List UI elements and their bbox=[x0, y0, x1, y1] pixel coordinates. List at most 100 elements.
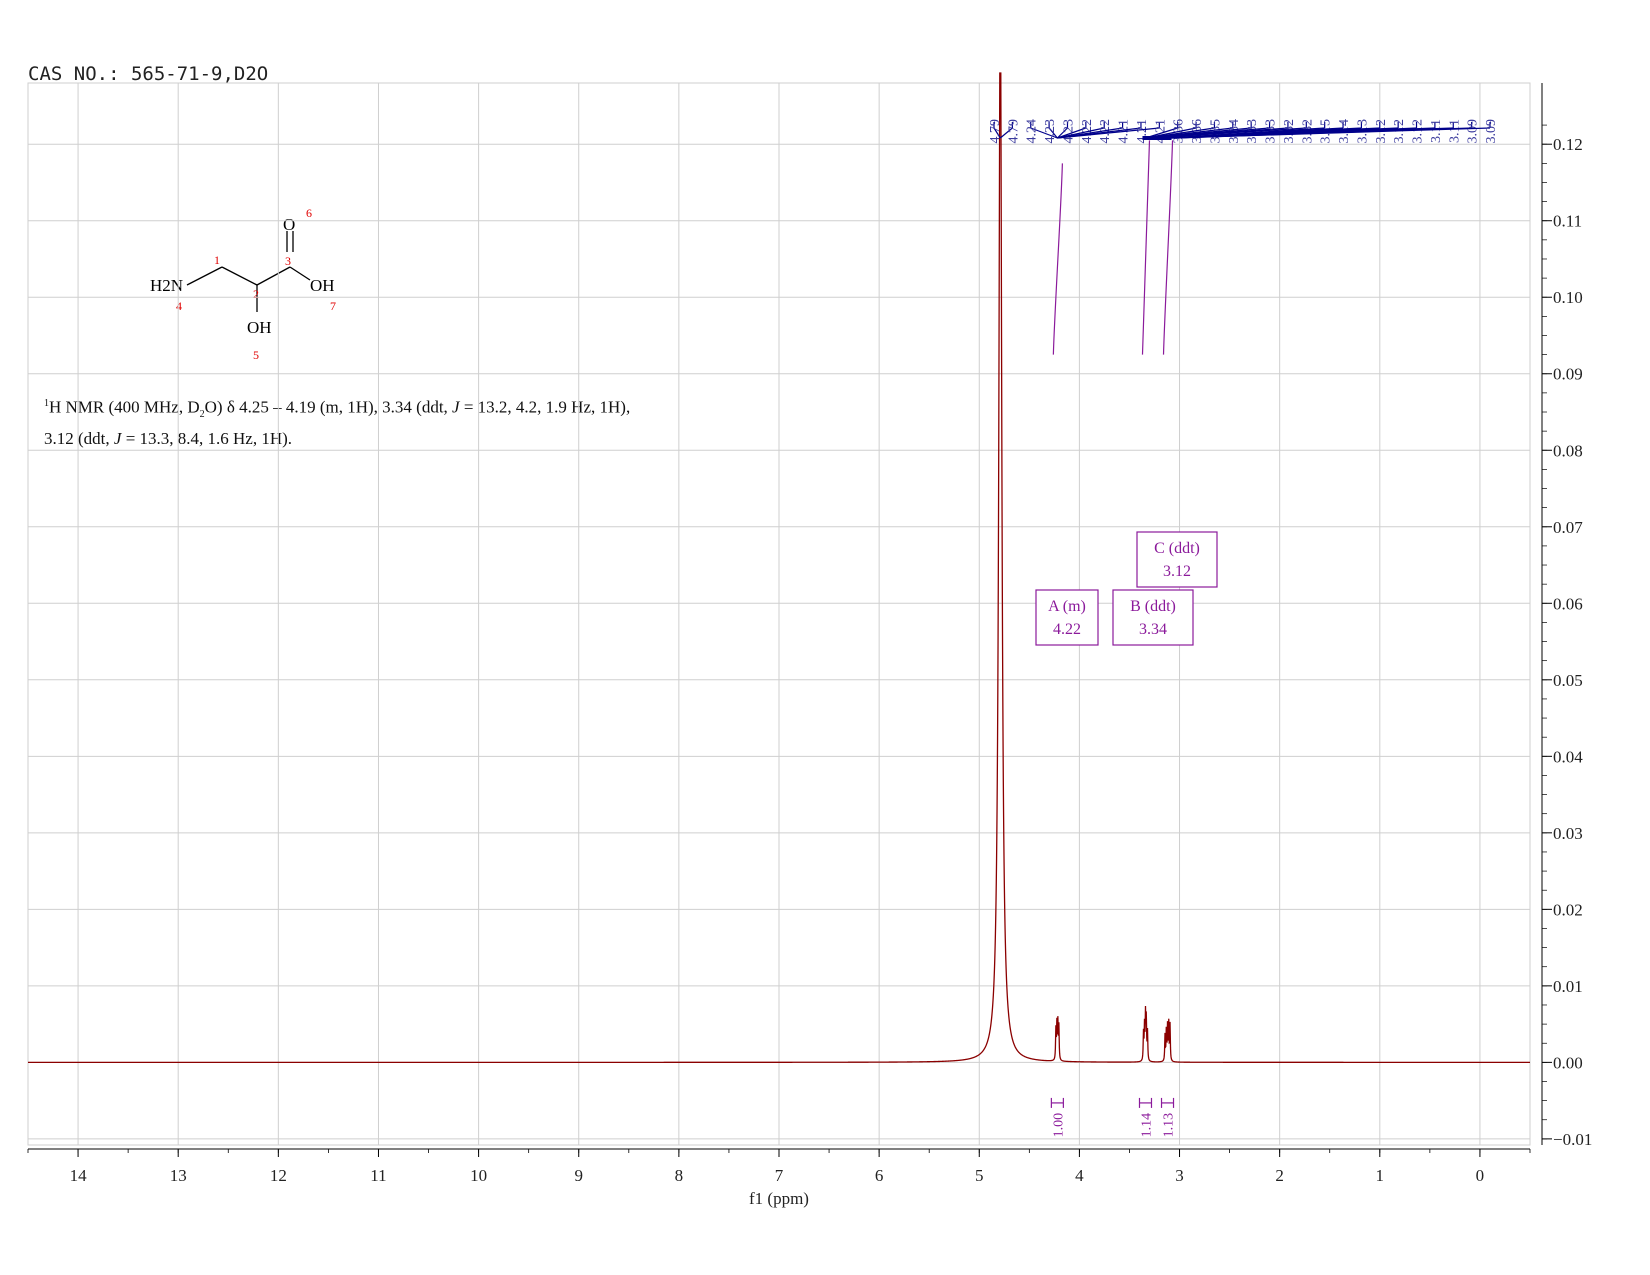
y-tick-label: 0.01 bbox=[1553, 977, 1583, 996]
peak-label: 3.12 bbox=[1411, 119, 1426, 144]
peak-label-connector bbox=[1056, 127, 1068, 139]
peak-label: 4.79 bbox=[1006, 119, 1021, 144]
peak-label-connector bbox=[1171, 127, 1417, 139]
peak-label-connector bbox=[1057, 127, 1160, 139]
peak-label-connector bbox=[1173, 127, 1454, 139]
nmr-description-line-2: 3.12 (ddt, J = 13.3, 8.4, 1.6 Hz, 1H). bbox=[44, 429, 293, 449]
peak-label: 3.34 bbox=[1227, 119, 1242, 144]
peak-label: 3.11 bbox=[1447, 119, 1462, 143]
peak-label-connector bbox=[1147, 127, 1215, 139]
peak-label: 3.12 bbox=[1392, 119, 1407, 144]
peak-label: 3.09 bbox=[1484, 119, 1499, 144]
atom-oh-acid: OH bbox=[310, 276, 335, 295]
multiplet-box bbox=[1035, 589, 1099, 646]
x-axis-label: f1 (ppm) bbox=[749, 1189, 809, 1208]
peak-label-connector bbox=[1151, 127, 1307, 139]
peak-label-connector bbox=[1170, 127, 1399, 139]
atom-oh-side: OH bbox=[247, 318, 272, 337]
peak-label-connector bbox=[1149, 127, 1252, 139]
peak-label: 3.33 bbox=[1245, 119, 1260, 144]
nmr-description-line-1: 1H NMR (400 MHz, D2O) δ 4.25 – 4.19 (m, … bbox=[44, 397, 631, 421]
peak-label: 4.23 bbox=[1061, 119, 1076, 144]
peak-label: 3.15 bbox=[1319, 119, 1334, 144]
nmr-spectrum-chart: 14 13 12 11 10 9 8 7 6 5 4 3 2 1 0f1 (ppm)0.120.110.10… bbox=[27, 72, 1592, 1208]
peak-label-connector bbox=[1057, 127, 1123, 139]
peak-label-connector bbox=[1057, 127, 1105, 139]
peak-label-connector bbox=[1148, 127, 1233, 139]
integral-value: 1.14 bbox=[1139, 1113, 1154, 1138]
nmr-description: 1H NMR (400 MHz, D2O) δ 4.25 – 4.19 (m, … bbox=[44, 392, 684, 451]
atom-number-6: 6 bbox=[306, 206, 312, 220]
peak-label-connector bbox=[1169, 127, 1380, 139]
multiplet-name: A (m) bbox=[1048, 598, 1086, 615]
x-tick-label: 10 bbox=[470, 1166, 487, 1185]
peak-label: 3.32 bbox=[1282, 119, 1297, 144]
y-tick-label: 0.05 bbox=[1553, 671, 1583, 690]
cas-number-title: CAS NO.: 565-71-9,D2O bbox=[28, 63, 269, 85]
peak-label: 3.14 bbox=[1337, 119, 1352, 144]
peak-label-connector bbox=[1048, 127, 1058, 139]
peak-label: 4.22 bbox=[1080, 119, 1095, 144]
integral-value: 1.13 bbox=[1162, 1113, 1177, 1138]
atom-number-5: 5 bbox=[253, 348, 259, 362]
x-tick-label: 9 bbox=[574, 1166, 583, 1185]
atom-number-1: 1 bbox=[214, 253, 220, 267]
y-tick-label: 0.12 bbox=[1553, 135, 1583, 154]
x-tick-label: 1 bbox=[1376, 1166, 1385, 1185]
y-tick-label: 0.00 bbox=[1553, 1053, 1583, 1072]
integral-curve bbox=[1162, 140, 1174, 355]
y-tick-label: 0.07 bbox=[1553, 518, 1583, 537]
peak-label-connector bbox=[1150, 127, 1288, 139]
x-tick-label: 7 bbox=[775, 1166, 784, 1185]
peak-label: 3.36 bbox=[1190, 119, 1205, 144]
peak-label: 4.79 bbox=[988, 119, 1003, 144]
atom-number-2: 2 bbox=[253, 287, 259, 301]
y-tick-label: 0.10 bbox=[1553, 288, 1583, 307]
peak-label-connector bbox=[1146, 127, 1197, 139]
x-tick-label: 8 bbox=[675, 1166, 684, 1185]
integral-value: 1.00 bbox=[1051, 1113, 1066, 1138]
peak-label: 3.32 bbox=[1300, 119, 1315, 144]
x-tick-label: 4 bbox=[1075, 1166, 1084, 1185]
peak-label-connector bbox=[993, 127, 1001, 139]
peak-label: 4.21 bbox=[1135, 119, 1150, 144]
atom-number-3: 3 bbox=[285, 254, 291, 268]
y-tick-label: 0.03 bbox=[1553, 824, 1583, 843]
multiplet-shift: 3.12 bbox=[1163, 563, 1191, 580]
peak-label-connector bbox=[1145, 127, 1178, 139]
peak-label: 4.24 bbox=[1025, 119, 1040, 144]
peak-label-connector bbox=[1173, 127, 1472, 139]
chemical-structure: H2N O OH OH 1 2 3 4 5 6 7 bbox=[150, 206, 336, 362]
peak-label-connector bbox=[1057, 127, 1142, 139]
x-tick-label: 6 bbox=[875, 1166, 884, 1185]
atom-number-7: 7 bbox=[330, 299, 336, 313]
peak-label: 3.09 bbox=[1466, 119, 1481, 144]
peak-label: 4.22 bbox=[1098, 119, 1113, 144]
x-tick-label: 2 bbox=[1275, 1166, 1284, 1185]
atom-number-4: 4 bbox=[176, 299, 182, 313]
x-tick-label: 0 bbox=[1476, 1166, 1485, 1185]
x-tick-label: 14 bbox=[70, 1166, 88, 1185]
multiplet-box bbox=[1136, 531, 1218, 588]
x-tick-label: 11 bbox=[370, 1166, 386, 1185]
peak-label-connector bbox=[1168, 127, 1344, 139]
x-tick-label: 12 bbox=[270, 1166, 287, 1185]
integral-curve bbox=[1052, 163, 1063, 355]
x-tick-label: 3 bbox=[1175, 1166, 1184, 1185]
peak-label: 4.21 bbox=[1117, 119, 1132, 144]
peak-label-connector bbox=[1167, 127, 1325, 139]
integral-curve bbox=[1141, 140, 1151, 355]
y-tick-label: 0.04 bbox=[1553, 747, 1583, 766]
peak-label-connector bbox=[1174, 127, 1491, 139]
peak-label: 3.33 bbox=[1264, 119, 1279, 144]
y-tick-label: 0.02 bbox=[1553, 900, 1583, 919]
peak-label-connector bbox=[999, 127, 1013, 139]
multiplet-box bbox=[1112, 589, 1194, 646]
multiplet-shift: 3.34 bbox=[1139, 621, 1167, 638]
peak-label: 3.11 bbox=[1429, 119, 1444, 143]
peak-label: 4.21 bbox=[1153, 119, 1168, 144]
multiplet-name: C (ddt) bbox=[1154, 540, 1200, 557]
y-tick-label: 0.08 bbox=[1553, 441, 1583, 460]
peak-label: 3.13 bbox=[1355, 119, 1370, 144]
y-tick-label: 0.09 bbox=[1553, 365, 1583, 384]
